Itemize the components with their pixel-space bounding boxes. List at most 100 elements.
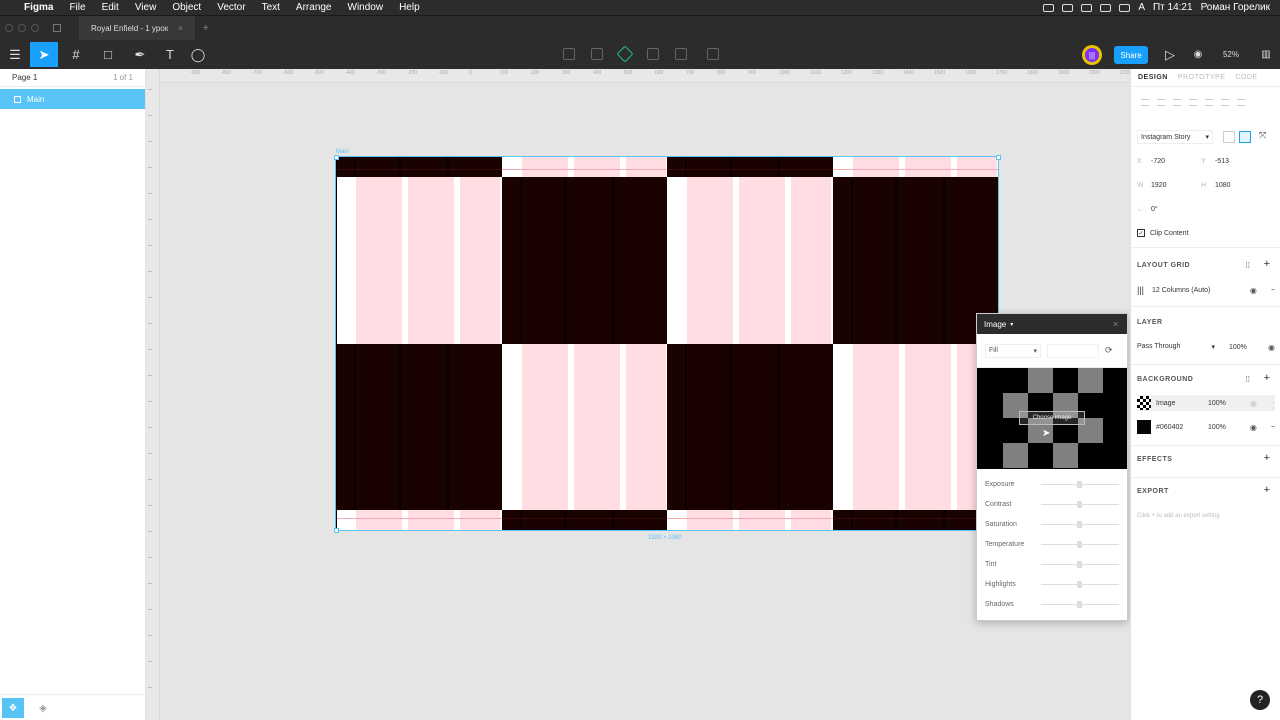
exposure-slider[interactable] [1041, 480, 1119, 488]
color-swatch[interactable] [1137, 420, 1151, 434]
align-center-icon[interactable] [1157, 98, 1165, 106]
align-middle-icon[interactable] [1205, 98, 1213, 106]
align-left-icon[interactable] [1141, 98, 1149, 106]
text-tool-icon[interactable]: T [156, 42, 184, 67]
screen-record-icon[interactable] [1043, 3, 1055, 12]
resize-to-fit-icon[interactable]: ⤧ [1259, 130, 1266, 141]
align-top-icon[interactable] [1189, 98, 1197, 106]
tab-code[interactable]: CODE [1235, 74, 1257, 81]
battery-icon[interactable] [1119, 3, 1131, 12]
menu-vector[interactable]: Vector [209, 2, 253, 13]
layout-grid-row[interactable]: ||| 12 Columns (Auto) ◉ − [1137, 282, 1275, 298]
add-fill-icon[interactable]: + [1264, 372, 1270, 384]
frame-preset-select[interactable]: Instagram Story ▾ [1137, 130, 1213, 144]
eye-icon[interactable]: ◉ [1250, 286, 1257, 295]
menu-arrange[interactable]: Arrange [288, 2, 340, 13]
volume-icon[interactable] [1100, 3, 1112, 12]
grid-styles-icon[interactable]: ⁞⁞ [1246, 261, 1250, 270]
clock[interactable]: Пт 14:21 [1153, 2, 1193, 13]
app-menu[interactable]: Figma [16, 2, 61, 13]
layer-opacity[interactable]: 100% [1229, 344, 1247, 351]
menu-text[interactable]: Text [254, 2, 288, 13]
menu-file[interactable]: File [61, 2, 93, 13]
avatar[interactable]: ||| [1082, 45, 1102, 65]
tab-prototype[interactable]: PROTOTYPE [1178, 74, 1226, 81]
rotation-field[interactable]: ∟ 0° [1137, 202, 1193, 216]
main-menu-icon[interactable]: ☰ [1, 42, 29, 67]
zoom-level[interactable]: 52% [1214, 42, 1248, 67]
add-layout-grid-icon[interactable]: + [1264, 258, 1270, 270]
minus-icon[interactable]: − [1271, 424, 1275, 431]
crop-icon[interactable] [707, 48, 719, 60]
present-icon[interactable]: ▷ [1156, 42, 1184, 67]
landscape-icon[interactable] [1239, 131, 1251, 143]
pen-tool-icon[interactable]: ✒ [126, 42, 154, 67]
temperature-slider[interactable] [1041, 540, 1119, 548]
fill-option-field[interactable] [1047, 343, 1099, 358]
create-component-icon[interactable] [616, 45, 634, 63]
window-zoom-button[interactable] [31, 24, 39, 32]
comment-tool-icon[interactable]: ◯ [184, 42, 212, 67]
assets-tab-icon[interactable]: ◈ [34, 698, 52, 718]
rotate-icon[interactable]: ⟳ [1105, 345, 1113, 356]
shadows-slider[interactable] [1041, 600, 1119, 608]
tint-slider[interactable] [1041, 560, 1119, 568]
window-minimize-button[interactable] [18, 24, 26, 32]
user-name[interactable]: Роман Горелик [1201, 2, 1270, 13]
contrast-slider[interactable] [1041, 500, 1119, 508]
tab-design[interactable]: DESIGN [1138, 74, 1168, 81]
move-tool-icon[interactable]: ➤ [30, 42, 58, 67]
choose-image-button[interactable]: Choose image [1019, 411, 1085, 425]
portrait-icon[interactable] [1223, 131, 1235, 143]
slider-knob[interactable] [1077, 600, 1082, 608]
share-button[interactable]: Share [1114, 46, 1148, 64]
fill-opacity[interactable]: 100% [1208, 424, 1226, 431]
page-selector[interactable]: Page 1 1 of 1 [0, 69, 145, 87]
eye-icon[interactable]: ◉ [1250, 399, 1257, 408]
library-icon[interactable]: ▥ [1252, 42, 1280, 67]
mask-icon[interactable] [563, 48, 575, 60]
minus-icon[interactable]: − [1271, 400, 1275, 407]
h-field[interactable]: H 1080 [1201, 178, 1257, 192]
layer-item-main[interactable]: Main [0, 89, 145, 109]
tab-close-icon[interactable]: × [178, 24, 183, 33]
add-export-icon[interactable]: + [1264, 484, 1270, 496]
help-button[interactable]: ? [1250, 690, 1270, 710]
clip-content-row[interactable]: ✓ Clip Content [1137, 225, 1275, 241]
slider-knob[interactable] [1077, 520, 1082, 528]
fill-icon[interactable] [647, 48, 659, 60]
align-bottom-icon[interactable] [1221, 98, 1229, 106]
wifi-icon[interactable] [1081, 3, 1093, 12]
eye-icon[interactable]: ◉ [1250, 423, 1257, 432]
slider-knob[interactable] [1077, 560, 1082, 568]
layers-tab-icon[interactable]: ❖ [2, 698, 24, 718]
w-field[interactable]: W 1920 [1137, 178, 1193, 192]
fill-opacity[interactable]: 100% [1208, 400, 1226, 407]
resize-handle-tl[interactable] [334, 155, 339, 160]
boolean-icon[interactable] [675, 48, 687, 60]
x-field[interactable]: X -720 [1137, 154, 1193, 168]
y-field[interactable]: Y -513 [1201, 154, 1257, 168]
view-icon[interactable]: ◉ [1184, 42, 1212, 67]
fill-mode-select[interactable]: Fill ▾ [985, 343, 1041, 358]
close-icon[interactable]: ✕ [1112, 320, 1119, 329]
eye-icon[interactable]: ◉ [1268, 343, 1275, 352]
resize-handle-tr[interactable] [996, 155, 1001, 160]
slider-knob[interactable] [1077, 500, 1082, 508]
input-language[interactable]: A [1138, 2, 1145, 13]
fill-styles-icon[interactable]: ⁞⁞ [1246, 375, 1250, 384]
slider-knob[interactable] [1077, 540, 1082, 548]
new-tab-icon[interactable]: + [203, 23, 209, 34]
menu-edit[interactable]: Edit [94, 2, 127, 13]
shape-tool-icon[interactable]: □ [94, 42, 122, 67]
highlights-slider[interactable] [1041, 580, 1119, 588]
file-tab[interactable]: Royal Enfield - 1 урок × [79, 15, 195, 41]
frame-main[interactable] [335, 156, 999, 531]
chevron-down-icon[interactable]: ▾ [1010, 321, 1013, 328]
menu-help[interactable]: Help [391, 2, 428, 13]
component-icon[interactable] [591, 48, 603, 60]
image-swatch[interactable] [1137, 396, 1151, 410]
add-effect-icon[interactable]: + [1264, 452, 1270, 464]
popup-title[interactable]: Image [984, 320, 1006, 329]
slider-knob[interactable] [1077, 480, 1082, 488]
